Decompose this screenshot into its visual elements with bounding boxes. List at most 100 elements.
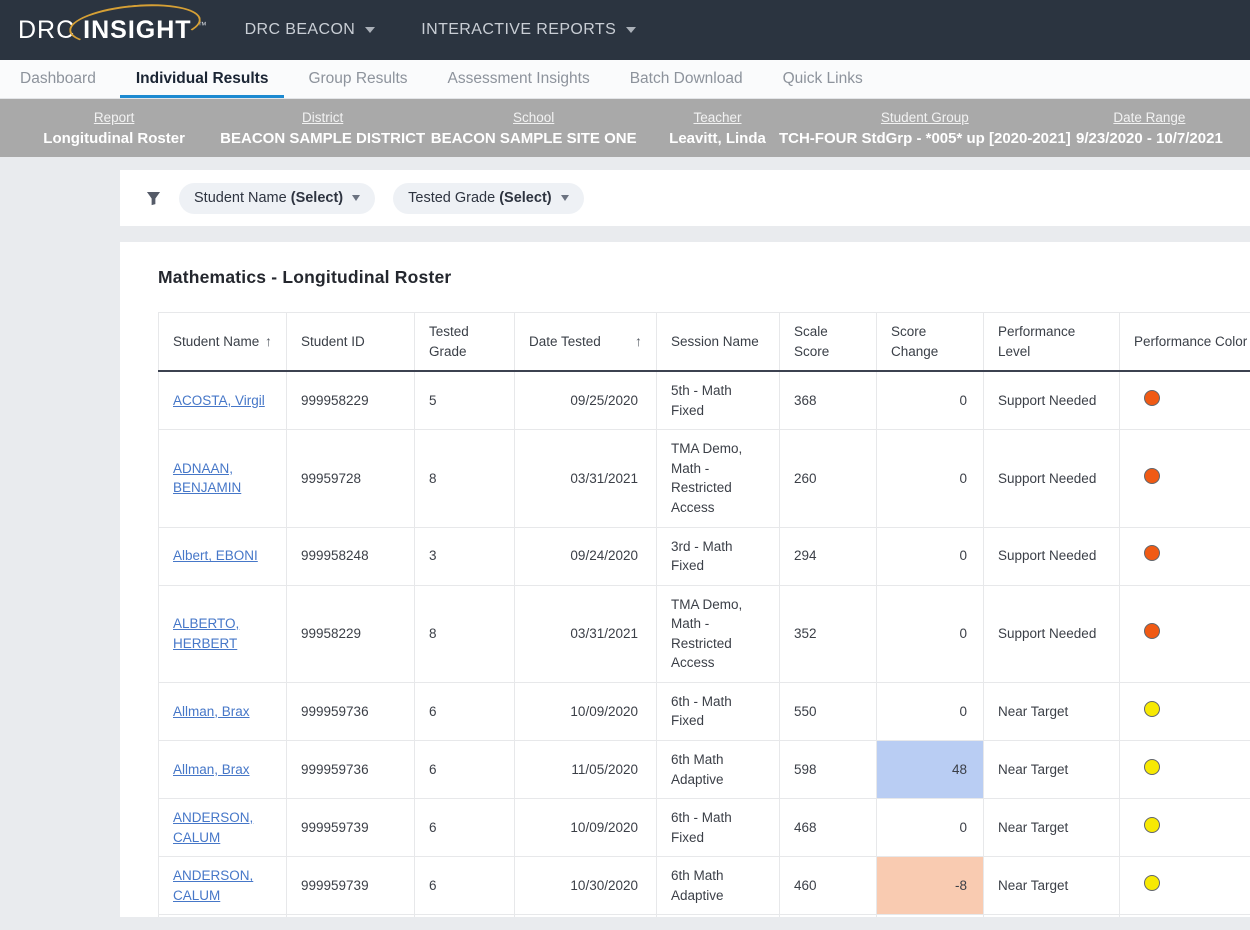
- performance-color-dot: [1144, 390, 1160, 406]
- performance-color-cell: [1120, 799, 1250, 857]
- scale-score-cell: 260: [780, 430, 877, 527]
- col-performance-color[interactable]: Performance Color: [1120, 313, 1250, 372]
- crumb-teacher-label[interactable]: Teacher: [694, 110, 742, 125]
- menu-drc-beacon-label: DRC BEACON: [245, 21, 356, 39]
- report-card: Mathematics - Longitudinal Roster Studen…: [120, 242, 1250, 917]
- col-scale-score[interactable]: Scale Score: [780, 313, 877, 372]
- crumb-district-value: BEACON SAMPLE DISTRICT: [220, 130, 425, 147]
- date-tested-cell: 10/30/2020: [515, 857, 657, 915]
- col-student-id[interactable]: Student ID: [287, 313, 415, 372]
- date-tested-cell: 09/25/2020: [515, 371, 657, 430]
- student-id-cell: 999959739: [287, 857, 415, 915]
- session-name-cell: TMA Demo, Math - Restricted Access: [657, 430, 780, 527]
- student-name-filter-dropdown[interactable]: Student Name (Select): [179, 183, 375, 214]
- report-title: Mathematics - Longitudinal Roster: [158, 267, 1250, 288]
- col-performance-level[interactable]: Performance Level: [984, 313, 1120, 372]
- performance-color-cell: [1120, 430, 1250, 527]
- scale-score-cell: 368: [780, 371, 877, 430]
- student-name-link[interactable]: ANDERSON, CALUM: [173, 810, 253, 845]
- filter-select-hint: (Select): [499, 190, 551, 206]
- session-name-cell: 6th Math Adaptive: [657, 857, 780, 915]
- crumb-report-value: Longitudinal Roster: [43, 130, 185, 147]
- student-id-cell: 999959736: [287, 682, 415, 740]
- roster-table: Student Name↑ Student ID Tested Grade Da…: [158, 312, 1250, 917]
- table-row: Allman, Brax 999959736 6 11/05/2020 6th …: [159, 741, 1250, 799]
- student-name-cell: Allman, Brax: [159, 741, 287, 799]
- crumb-school-label[interactable]: School: [513, 110, 554, 125]
- student-name-cell: ACOSTA, Virgil: [159, 371, 287, 430]
- performance-level-cell: Support Needed: [984, 915, 1120, 917]
- primary-tabbar: Dashboard Individual Results Group Resul…: [0, 60, 1250, 99]
- crumb-district-label[interactable]: District: [302, 110, 343, 125]
- student-name-link[interactable]: Albert, EBONI: [173, 548, 258, 563]
- filter-label: Tested Grade: [408, 190, 495, 206]
- performance-color-dot: [1144, 875, 1160, 891]
- col-student-name[interactable]: Student Name↑: [159, 313, 287, 372]
- performance-color-dot: [1144, 817, 1160, 833]
- crumb-report: Report Longitudinal Roster: [8, 110, 220, 147]
- crumb-student-group: Student Group TCH-FOUR StdGrp - *005* up…: [793, 110, 1057, 147]
- scale-score-cell: 294: [780, 527, 877, 585]
- performance-level-cell: Support Needed: [984, 430, 1120, 527]
- sort-asc-icon[interactable]: ↑: [261, 331, 272, 351]
- scale-score-cell: 550: [780, 682, 877, 740]
- performance-color-cell: [1120, 371, 1250, 430]
- tab-individual-results[interactable]: Individual Results: [116, 60, 289, 98]
- menu-interactive-reports[interactable]: INTERACTIVE REPORTS: [421, 21, 636, 39]
- date-tested-cell: 03/31/2021: [515, 430, 657, 527]
- tested-grade-cell: 8: [415, 430, 515, 527]
- roster-table-wrap: Student Name↑ Student ID Tested Grade Da…: [158, 312, 1250, 917]
- score-change-cell: 0: [877, 799, 984, 857]
- student-name-link[interactable]: Allman, Brax: [173, 704, 250, 719]
- student-name-link[interactable]: Allman, Brax: [173, 762, 250, 777]
- performance-color-cell: [1120, 857, 1250, 915]
- sort-asc-icon[interactable]: ↑: [631, 331, 642, 351]
- crumb-date-range-label[interactable]: Date Range: [1113, 110, 1185, 125]
- performance-color-dot: [1144, 545, 1160, 561]
- crumb-report-label[interactable]: Report: [94, 110, 135, 125]
- performance-color-cell: [1120, 915, 1250, 917]
- student-name-cell: ALBERTO, HERBERT: [159, 585, 287, 682]
- tab-batch-download[interactable]: Batch Download: [610, 60, 763, 98]
- drc-insight-logo[interactable]: DRC INSIGHT ™: [18, 14, 207, 47]
- session-name-cell: 3rd - Math Fixed: [657, 527, 780, 585]
- crumb-district: District BEACON SAMPLE DISTRICT: [220, 110, 425, 147]
- filter-label: Student Name: [194, 190, 287, 206]
- table-row: ANDERSON, CALUM 999959739 6 10/30/2020 6…: [159, 857, 1250, 915]
- student-name-link[interactable]: ALBERTO, HERBERT: [173, 616, 239, 651]
- crumb-student-group-label[interactable]: Student Group: [881, 110, 969, 125]
- tab-quick-links[interactable]: Quick Links: [763, 60, 883, 98]
- tab-assessment-insights[interactable]: Assessment Insights: [428, 60, 610, 98]
- col-session-name[interactable]: Session Name: [657, 313, 780, 372]
- date-tested-cell: 10/09/2020: [515, 682, 657, 740]
- tested-grade-filter-dropdown[interactable]: Tested Grade (Select): [393, 183, 583, 214]
- student-name-link[interactable]: ANDERSON, CALUM: [173, 868, 253, 903]
- menu-interactive-reports-label: INTERACTIVE REPORTS: [421, 21, 616, 39]
- crumb-school-value: BEACON SAMPLE SITE ONE: [431, 130, 637, 147]
- performance-color-cell: [1120, 741, 1250, 799]
- tab-group-results[interactable]: Group Results: [288, 60, 427, 98]
- session-name-cell: 7th - Math Fixed: [657, 915, 780, 917]
- menu-drc-beacon[interactable]: DRC BEACON: [245, 21, 376, 39]
- performance-level-cell: Near Target: [984, 741, 1120, 799]
- col-date-tested[interactable]: Date Tested↑: [515, 313, 657, 372]
- performance-color-dot: [1144, 468, 1160, 484]
- performance-level-cell: Support Needed: [984, 585, 1120, 682]
- student-name-link[interactable]: ADNAAN, BENJAMIN: [173, 461, 241, 496]
- tested-grade-cell: 6: [415, 682, 515, 740]
- col-score-change[interactable]: Score Change: [877, 313, 984, 372]
- student-name-link[interactable]: ACOSTA, Virgil: [173, 393, 265, 408]
- tested-grade-cell: 6: [415, 741, 515, 799]
- tab-dashboard[interactable]: Dashboard: [0, 60, 116, 98]
- student-name-cell: ADNAAN, BENJAMIN: [159, 430, 287, 527]
- tested-grade-cell: 7: [415, 915, 515, 917]
- tested-grade-cell: 3: [415, 527, 515, 585]
- crumb-teacher: Teacher Leavitt, Linda: [642, 110, 793, 147]
- crumb-school: School BEACON SAMPLE SITE ONE: [425, 110, 642, 147]
- student-id-cell: 999958248: [287, 527, 415, 585]
- crumb-date-range: Date Range 9/23/2020 - 10/7/2021: [1057, 110, 1242, 147]
- session-name-cell: 6th - Math Fixed: [657, 799, 780, 857]
- crumb-date-range-value: 9/23/2020 - 10/7/2021: [1076, 130, 1223, 147]
- filter-funnel-icon[interactable]: [146, 191, 161, 206]
- col-tested-grade[interactable]: Tested Grade: [415, 313, 515, 372]
